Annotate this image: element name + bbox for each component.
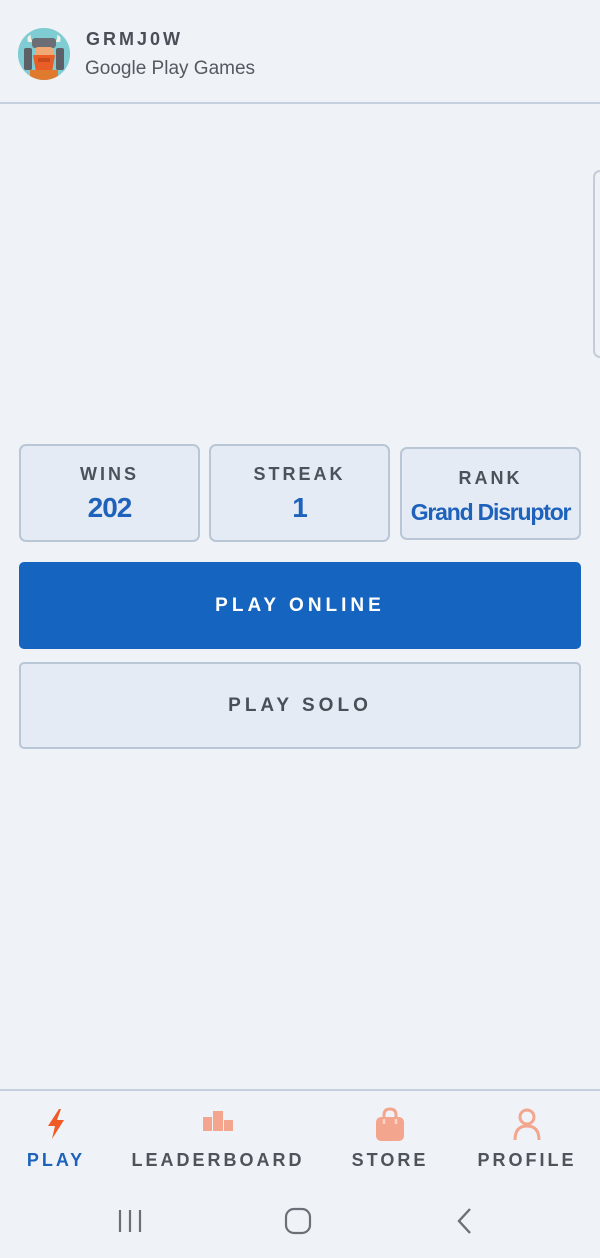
recents-icon[interactable] [116, 1206, 144, 1236]
nav-label-play: PLAY [26, 1150, 86, 1170]
stat-wins: WINS 202 [19, 444, 200, 542]
viking-avatar-icon[interactable] [18, 28, 70, 80]
side-panel-handle[interactable] [593, 170, 600, 358]
lightning-icon [48, 1109, 64, 1139]
header: GRMJ0W Google Play Games [0, 0, 600, 104]
shopping-bag-icon [376, 1107, 404, 1141]
nav-label-store: STORE [351, 1150, 429, 1170]
username: GRMJ0W [86, 29, 184, 49]
bottom-nav: PLAY LEADERBOARD STORE PROFILE [0, 1089, 600, 1189]
podium-icon [203, 1111, 233, 1131]
nav-label-leaderboard: LEADERBOARD [131, 1150, 305, 1170]
nav-item-leaderboard[interactable]: LEADERBOARD [130, 1091, 306, 1191]
stat-rank: RANK Grand Disruptor [400, 447, 581, 540]
nav-item-store[interactable]: STORE [345, 1091, 435, 1191]
stat-streak: STREAK 1 [209, 444, 390, 542]
nav-label-profile: PROFILE [477, 1150, 577, 1170]
stat-streak-label: STREAK [253, 464, 346, 484]
person-icon [513, 1108, 541, 1141]
nav-item-profile[interactable]: PROFILE [474, 1091, 580, 1191]
stat-wins-label: WINS [80, 464, 139, 484]
provider-label: Google Play Games [85, 58, 256, 79]
play-online-button[interactable]: PLAY ONLINE [19, 562, 581, 649]
home-icon[interactable] [283, 1206, 313, 1236]
back-icon[interactable] [452, 1206, 478, 1236]
stat-streak-value: 1 [292, 492, 308, 523]
stat-wins-value: 202 [87, 492, 133, 523]
app-screen: GRMJ0W Google Play Games WINS 202 STREAK… [0, 0, 600, 1258]
nav-item-play[interactable]: PLAY [10, 1091, 102, 1191]
stat-rank-label: RANK [458, 468, 523, 488]
stat-rank-value: Grand Disruptor [410, 499, 572, 525]
system-nav-bar [0, 1190, 600, 1258]
play-solo-button[interactable]: PLAY SOLO [19, 662, 581, 749]
